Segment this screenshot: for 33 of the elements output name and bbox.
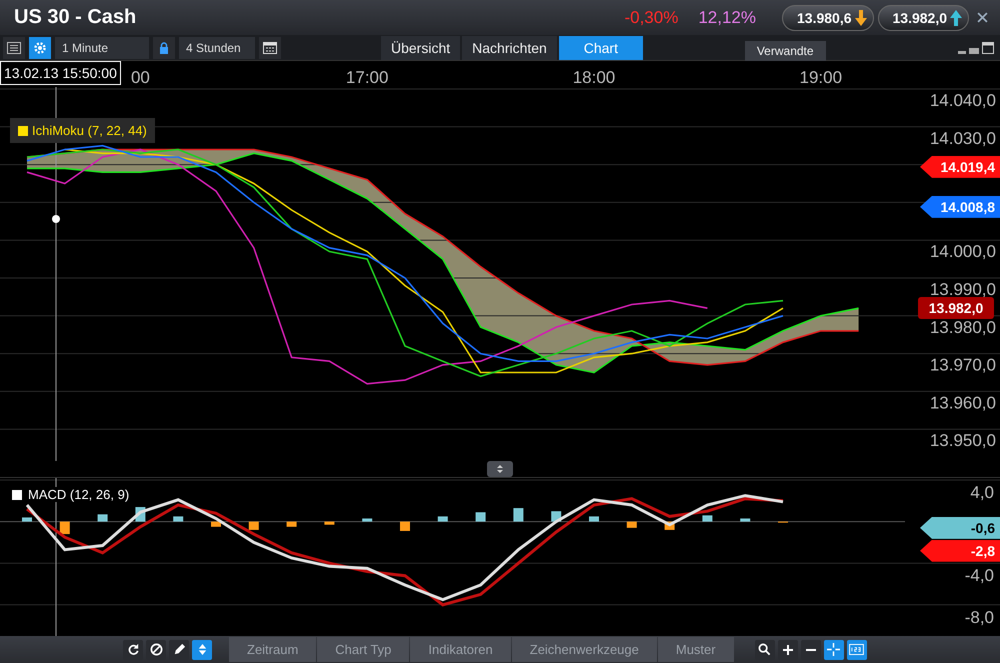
y-axis-label: 13.980,0 — [930, 318, 996, 337]
x-axis-label: 00 — [130, 68, 150, 87]
crosshair-date-label: 13.02.13 15:50:00 — [0, 61, 121, 85]
x-axis-label: 18:00 — [572, 68, 616, 87]
x-axis-label: 19:00 — [800, 68, 842, 87]
value-tag: -0,6 — [920, 516, 1000, 539]
range-dropdown[interactable]: 4 Stunden — [179, 36, 255, 58]
y-axis-label: -8,0 — [964, 608, 994, 627]
y-axis-label: 13.960,0 — [930, 393, 996, 412]
tab[interactable]: Übersicht — [381, 36, 460, 60]
legend-label: MACD (12, 26, 9) — [26, 487, 132, 502]
y-axis-label: 14.030,0 — [930, 128, 996, 148]
y-axis-label: -4,0 — [964, 566, 994, 586]
value-tag: -2,8 — [920, 540, 1000, 562]
y-axis-label: 13.990,0 — [930, 280, 996, 299]
quote-button[interactable]: 13.980,6 — [782, 4, 874, 30]
percent-figure: 12,12% — [698, 8, 756, 28]
y-axis-label: 13.950,0 — [930, 431, 996, 450]
percent-figure: -0,30% — [624, 8, 678, 28]
y-axis-label: 14.040,0 — [930, 91, 996, 110]
price-tag: 14.008,8 — [920, 196, 1000, 218]
quote-button[interactable]: 13.982,0 — [878, 4, 969, 30]
x-axis-label: 17:00 — [346, 68, 388, 87]
y-axis-label: 4,0 — [970, 483, 994, 502]
interval-dropdown[interactable]: 1 Minute — [55, 36, 149, 58]
y-axis-label: 13.970,0 — [930, 356, 996, 375]
price-tag: 14.019,4 — [920, 156, 1000, 178]
legend-label: IchiMoku (7, 22, 44) — [32, 123, 147, 138]
tab[interactable]: Nachrichten — [462, 36, 557, 60]
window-title: US 30 - Cash — [14, 6, 138, 29]
price-tag: 13.982,0 — [918, 297, 994, 320]
y-axis-label: 14.000,0 — [930, 242, 996, 262]
related-tab[interactable]: Verwandte — [744, 40, 826, 60]
